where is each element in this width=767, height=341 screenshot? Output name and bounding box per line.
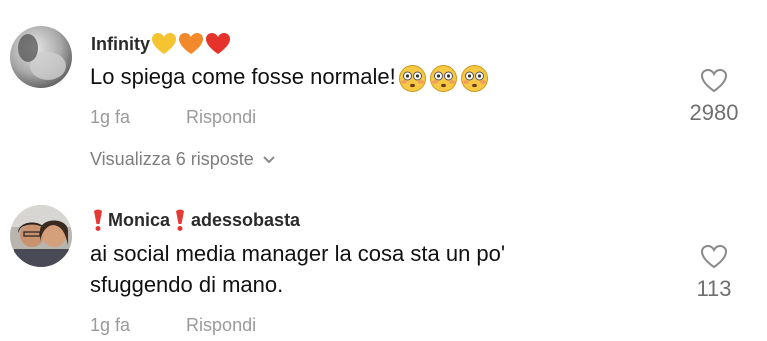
comment-text: ai social media manager la cosa sta un p…: [90, 238, 505, 300]
like-count: 113: [696, 276, 732, 301]
avatar-image: [10, 205, 72, 267]
author-name: Monica: [108, 209, 171, 230]
comment-text-line: sfuggendo di mano.: [90, 272, 284, 297]
reply-button[interactable]: Rispondi: [186, 107, 256, 127]
comment-author[interactable]: Infinity: [91, 32, 231, 56]
red-heart-icon: [205, 32, 231, 56]
orange-heart-icon: [178, 32, 204, 56]
author-name: Infinity: [91, 33, 150, 54]
avatar-image: [10, 26, 72, 88]
comment-meta: 1g fa Rispondi: [90, 315, 256, 336]
avatar[interactable]: [10, 205, 72, 267]
comment-time: 1g fa: [90, 315, 131, 335]
comment-text-line: ai social media manager la cosa sta un p…: [90, 241, 506, 266]
yellow-heart-icon: [151, 32, 177, 56]
comment-text: Lo spiega come fosse normale!: [90, 61, 489, 93]
avatar[interactable]: [10, 26, 72, 88]
like-button[interactable]: 2980: [674, 68, 754, 126]
flushed-face-icon: [429, 64, 457, 92]
heart-outline-icon: [700, 244, 728, 269]
chevron-down-icon: [263, 155, 275, 163]
comment-text-body: Lo spiega come fosse normale!: [90, 64, 396, 89]
comment-2: Monica adessobasta ai social media manag…: [0, 180, 767, 341]
flushed-face-icon: [460, 64, 488, 92]
like-count: 2980: [689, 100, 739, 125]
heart-outline-icon: [700, 68, 728, 93]
comment-time: 1g fa: [90, 107, 131, 127]
comment-1: Infinity Lo spiega come fosse normale! 1…: [0, 0, 767, 180]
red-exclamation-icon: [173, 208, 187, 232]
view-replies-label: Visualizza 6 risposte: [90, 149, 254, 169]
red-exclamation-icon: [91, 208, 105, 232]
comment-meta: 1g fa Rispondi: [90, 107, 256, 128]
author-name-suffix: adessobasta: [191, 209, 301, 230]
reply-button[interactable]: Rispondi: [186, 315, 256, 335]
like-button[interactable]: 113: [674, 244, 754, 302]
view-replies-button[interactable]: Visualizza 6 risposte: [90, 149, 276, 170]
comment-author[interactable]: Monica adessobasta: [91, 208, 300, 232]
flushed-face-icon: [398, 64, 426, 92]
